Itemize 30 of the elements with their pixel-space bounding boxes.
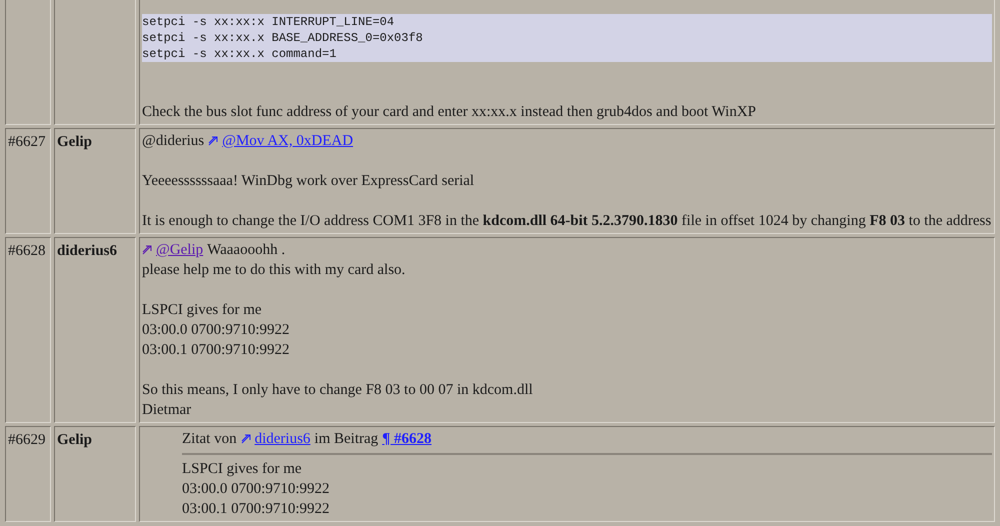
post-text: 03:00.1 0700:9710:9922 xyxy=(142,341,290,360)
post-text: Check the bus slot func address of your card and enter xx:xx.x instead then grub4dos and boot WinXP xyxy=(142,103,756,122)
diagonal-arrow-icon xyxy=(240,433,252,444)
post-number: #6629 xyxy=(8,432,46,448)
post-text: Waaaooohh . xyxy=(207,241,286,260)
post-text: So this means, I only have to change F8 03 to 00 07 in kdcom.dll xyxy=(142,381,533,400)
author-name: Gelip xyxy=(57,432,92,448)
diagonal-arrow-icon xyxy=(208,135,220,146)
post-text: Zitat von xyxy=(182,430,237,449)
user-link[interactable]: diderius6 xyxy=(240,429,310,449)
post-text: It is enough to change the I/O address COM1 3F8 in the kdcom.dll 64-bit 5.2.3790.1830 file in offset 1024 by changing F8 03 to the address xyxy=(142,212,992,231)
user-link[interactable]: @Gelip xyxy=(142,240,204,260)
quote-text: 03:00.1 0700:9710:9922 xyxy=(182,500,330,519)
diagonal-arrow-icon xyxy=(142,244,153,255)
post-text: Yeeeessssssaaa! WinDbg work over ExpressCard serial xyxy=(142,172,474,191)
user-link[interactable]: @Mov AX, 0xDEAD xyxy=(208,131,354,151)
post-text: Dietmar xyxy=(142,401,192,420)
post-text: @diderius xyxy=(142,132,204,151)
post-text: please help me to do this with my card also. xyxy=(142,261,406,280)
post-text: LSPCI gives for me xyxy=(142,301,262,320)
author-name: diderius6 xyxy=(57,243,118,259)
quote-text: LSPCI gives for me xyxy=(182,460,302,479)
quote-text: 03:00.0 0700:9710:9922 xyxy=(182,480,330,499)
post-number: #6627 xyxy=(8,134,46,150)
post-text: im Beitrag xyxy=(314,430,378,449)
author-name: Gelip xyxy=(57,134,92,150)
code-block: setpci -s xx:xx:x INTERRUPT_LINE=04 setpci -s xx:xx.x BASE_ADDRESS_0=0x03f8 setpci -s xx:xx.x command=1 xyxy=(142,14,992,62)
post-link[interactable]: ¶ #6628 xyxy=(382,429,432,449)
post-number: #6628 xyxy=(8,243,46,259)
post-text: 03:00.0 0700:9710:9922 xyxy=(142,321,290,340)
